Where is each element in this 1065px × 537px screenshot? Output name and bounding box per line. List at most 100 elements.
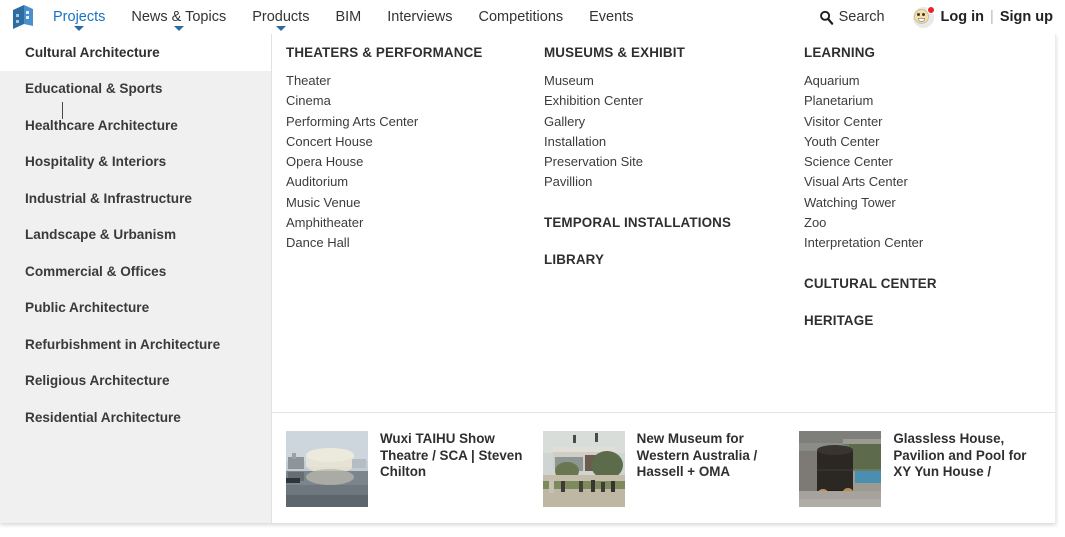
featured-card-title: Glassless House, Pavilion and Pool for X… — [893, 431, 1027, 480]
sidebar-item-label: Landscape & Urbanism — [25, 227, 177, 243]
featured-thumbnail-wuxi-taihu — [286, 431, 368, 507]
link-science-center[interactable]: Science Center — [804, 152, 1064, 172]
avatar-eye-left — [916, 12, 920, 16]
sidebar-item-religious-architecture[interactable]: Religious Architecture — [0, 363, 271, 400]
sidebar-item-healthcare-architecture[interactable]: Healthcare Architecture — [0, 107, 271, 144]
column-museums-exhibit: MUSEUMS & EXHIBIT Museum Exhibition Cent… — [544, 34, 804, 278]
sidebar-item-label: Healthcare Architecture — [25, 117, 178, 133]
sidebar-item-label: Educational & Sports — [25, 81, 163, 97]
sidebar-item-label: Cultural Architecture — [25, 44, 160, 60]
chevron-down-icon — [173, 26, 184, 31]
nav-item-label: Projects — [53, 9, 106, 25]
search-button[interactable]: Search — [819, 9, 885, 25]
auth-separator: | — [990, 9, 994, 25]
primary-nav-items: Projects News & Topics Products BIM Inte… — [40, 0, 646, 34]
search-icon — [819, 10, 833, 25]
sidebar-item-hospitality-interiors[interactable]: Hospitality & Interiors — [0, 144, 271, 181]
signup-link[interactable]: Sign up — [1000, 9, 1053, 25]
projects-mega-menu: Cultural Architecture Educational & Spor… — [0, 34, 1056, 523]
link-cinema[interactable]: Cinema — [286, 91, 546, 111]
nav-right-group: Search Log in | Sign up — [819, 0, 1065, 34]
nav-item-label: Interviews — [387, 9, 453, 25]
sidebar-item-industrial-infrastructure[interactable]: Industrial & Infrastructure — [0, 180, 271, 217]
featured-thumbnail-new-museum-wa — [542, 431, 625, 507]
link-visitor-center[interactable]: Visitor Center — [804, 112, 1064, 132]
avatar-mouth — [917, 17, 925, 22]
avatar-eye-right — [921, 12, 925, 16]
site-logo[interactable] — [6, 0, 40, 34]
login-link[interactable]: Log in — [941, 9, 985, 25]
sidebar-item-refurbishment-in-architecture[interactable]: Refurbishment in Architecture — [0, 326, 271, 363]
nav-item-label: Events — [589, 9, 634, 25]
link-music-venue[interactable]: Music Venue — [286, 193, 546, 213]
sidebar-item-label: Industrial & Infrastructure — [25, 190, 192, 206]
nav-item-projects[interactable]: Projects — [40, 0, 118, 34]
column-heading-cultural-center[interactable]: CULTURAL CENTER — [804, 276, 1064, 291]
link-opera-house[interactable]: Opera House — [286, 152, 546, 172]
sidebar-item-cultural-architecture[interactable]: Cultural Architecture — [0, 34, 271, 71]
link-concert-house[interactable]: Concert House — [286, 132, 546, 152]
link-planetarium[interactable]: Planetarium — [804, 91, 1064, 111]
top-navigation-bar: Projects News & Topics Products BIM Inte… — [0, 0, 1065, 34]
building-cube-logo-icon — [13, 5, 33, 29]
sidebar-item-educational-sports[interactable]: Educational & Sports — [0, 71, 271, 108]
link-preservation-site[interactable]: Preservation Site — [544, 152, 804, 172]
link-aquarium[interactable]: Aquarium — [804, 71, 1064, 91]
nav-item-bim[interactable]: BIM — [322, 0, 374, 34]
sidebar-item-label: Residential Architecture — [25, 409, 181, 425]
featured-card[interactable]: New Museum for Western Australia / Hasse… — [542, 431, 800, 507]
link-amphitheater[interactable]: Amphitheater — [286, 213, 546, 233]
nav-item-label: Competitions — [478, 9, 564, 25]
column-heading-library[interactable]: LIBRARY — [544, 252, 804, 267]
nav-item-label: BIM — [335, 9, 362, 25]
featured-card-title: Wuxi TAIHU Show Theatre / SCA | Steven C… — [380, 431, 523, 480]
nav-item-news-topics[interactable]: News & Topics — [118, 0, 239, 34]
sidebar-item-label: Religious Architecture — [25, 373, 170, 389]
link-zoo[interactable]: Zoo — [804, 213, 1064, 233]
featured-cards: Wuxi TAIHU Show Theatre / SCA | Steven C… — [272, 431, 1056, 507]
circular-theatre-on-lake-photo — [286, 431, 368, 507]
column-heading-temporal-installations[interactable]: TEMPORAL INSTALLATIONS — [544, 215, 804, 230]
link-watching-tower[interactable]: Watching Tower — [804, 193, 1064, 213]
featured-card[interactable]: Wuxi TAIHU Show Theatre / SCA | Steven C… — [286, 431, 543, 507]
link-performing-arts-center[interactable]: Performing Arts Center — [286, 112, 546, 132]
link-interpretation-center[interactable]: Interpretation Center — [804, 233, 1064, 253]
sidebar-item-landscape-urbanism[interactable]: Landscape & Urbanism — [0, 217, 271, 254]
sidebar-item-label: Refurbishment in Architecture — [25, 336, 221, 352]
nav-item-products[interactable]: Products — [239, 0, 322, 34]
column-heading[interactable]: THEATERS & PERFORMANCE — [286, 45, 546, 60]
nav-item-events[interactable]: Events — [576, 0, 646, 34]
search-label: Search — [838, 9, 885, 25]
link-auditorium[interactable]: Auditorium — [286, 172, 546, 192]
sidebar-item-public-architecture[interactable]: Public Architecture — [0, 290, 271, 327]
link-museum[interactable]: Museum — [544, 71, 804, 91]
column-heading[interactable]: MUSEUMS & EXHIBIT — [544, 45, 804, 60]
sidebar-item-label: Commercial & Offices — [25, 263, 167, 279]
chevron-down-icon — [275, 26, 286, 31]
text-cursor — [62, 102, 63, 119]
sidebar-item-label: Hospitality & Interiors — [25, 154, 167, 170]
link-youth-center[interactable]: Youth Center — [804, 132, 1064, 152]
featured-card[interactable]: Glassless House, Pavilion and Pool for X… — [799, 431, 1056, 507]
column-heading-heritage[interactable]: HERITAGE — [804, 313, 1064, 328]
link-visual-arts-center[interactable]: Visual Arts Center — [804, 172, 1064, 192]
panel-right-border — [1055, 34, 1056, 523]
link-pavillion[interactable]: Pavillion — [544, 172, 804, 192]
user-avatar-icon[interactable] — [912, 5, 935, 28]
nav-item-competitions[interactable]: Competitions — [466, 0, 577, 34]
link-dance-hall[interactable]: Dance Hall — [286, 233, 546, 253]
link-installation[interactable]: Installation — [544, 132, 804, 152]
sidebar-item-commercial-offices[interactable]: Commercial & Offices — [0, 253, 271, 290]
link-exhibition-center[interactable]: Exhibition Center — [544, 91, 804, 111]
sidebar-item-residential-architecture[interactable]: Residential Architecture — [0, 399, 271, 436]
link-gallery[interactable]: Gallery — [544, 112, 804, 132]
nav-item-label: News & Topics — [131, 9, 227, 25]
notification-badge — [926, 5, 935, 14]
featured-card-title: New Museum for Western Australia / Hasse… — [636, 431, 758, 480]
nav-item-interviews[interactable]: Interviews — [374, 0, 465, 34]
featured-thumbnail-glassless-house — [799, 431, 882, 507]
chevron-down-icon — [74, 26, 85, 31]
featured-articles-strip: Wuxi TAIHU Show Theatre / SCA | Steven C… — [272, 412, 1056, 523]
link-theater[interactable]: Theater — [286, 71, 546, 91]
column-heading[interactable]: LEARNING — [804, 45, 1064, 60]
